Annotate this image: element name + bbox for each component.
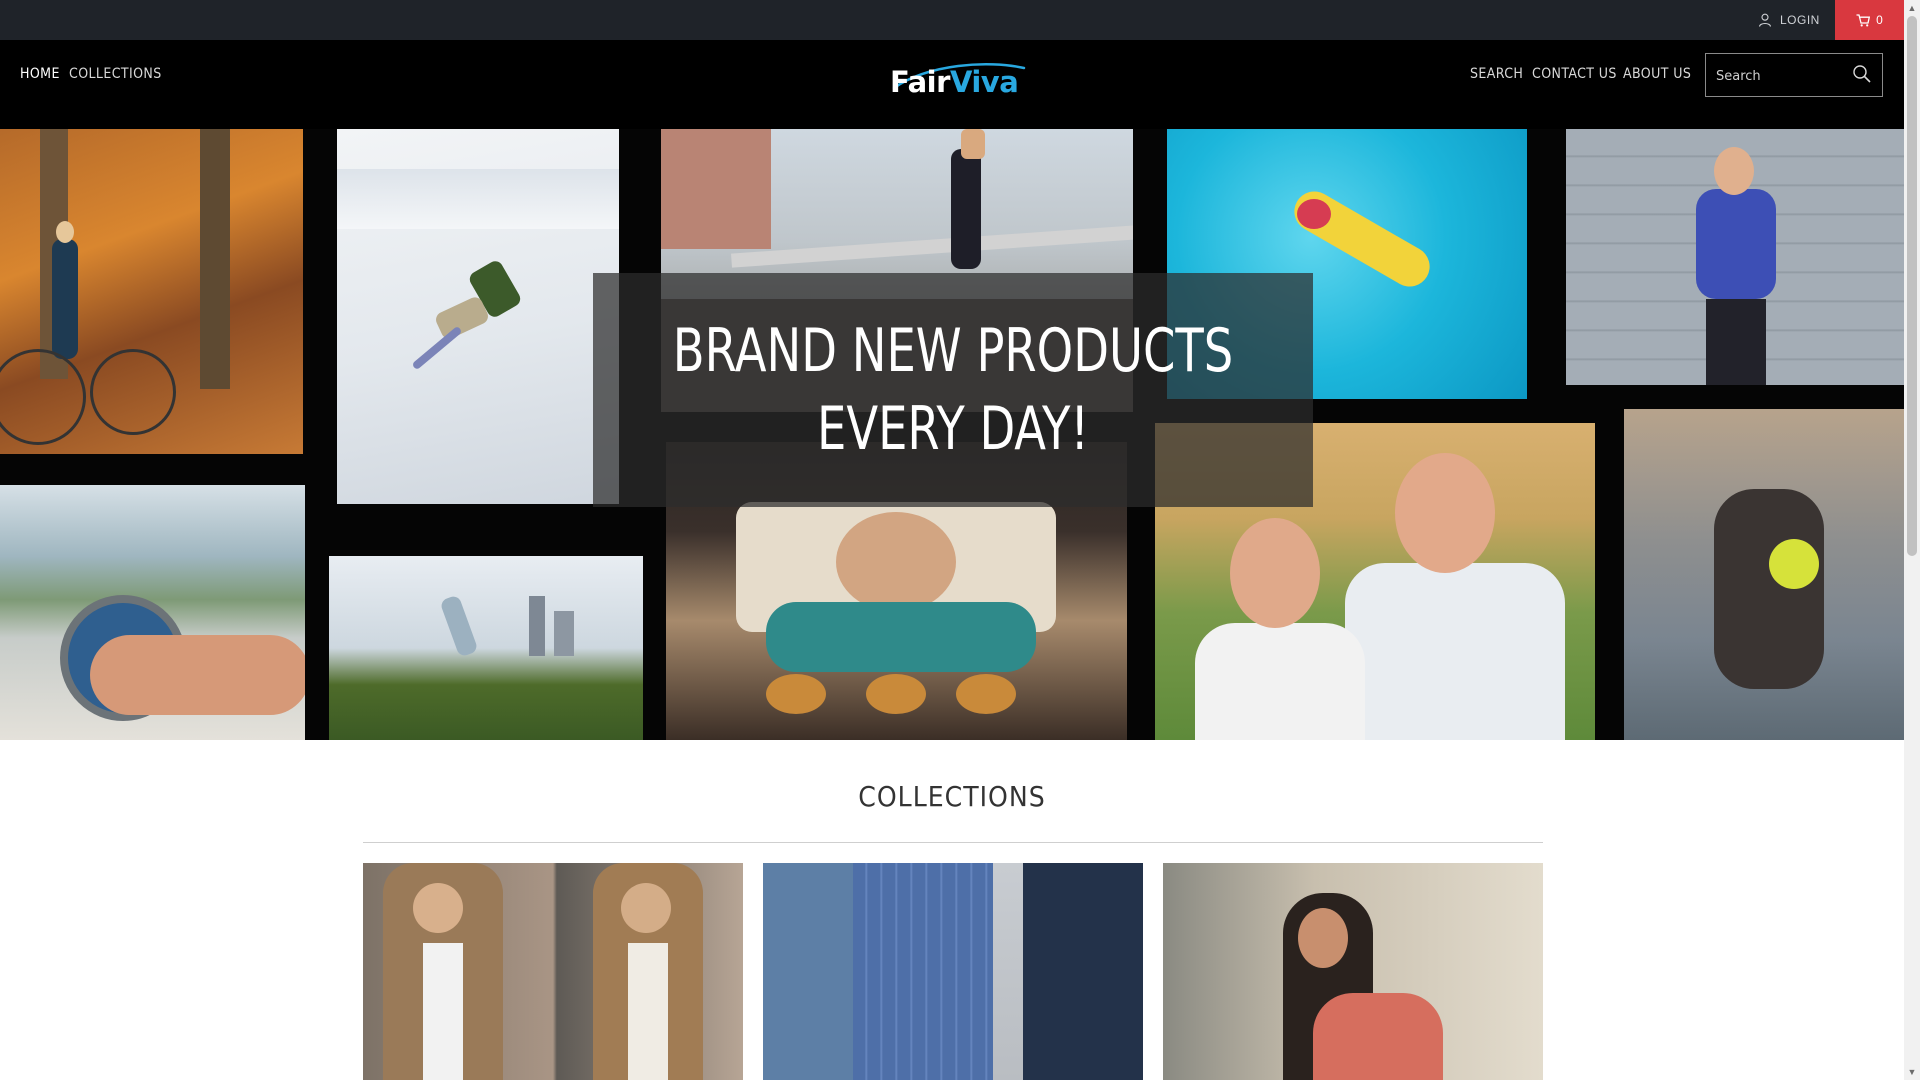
cart-count: 0 [1876,13,1883,27]
hero-title: BRAND NEW PRODUCTS EVERY DAY! [672,316,1234,464]
collections-divider [363,842,1543,843]
cart-icon [1856,13,1871,26]
nav-search[interactable]: SEARCH [1470,40,1523,108]
hero-caption: BRAND NEW PRODUCTS EVERY DAY! [593,273,1313,507]
hero-tile-fishing [0,485,305,740]
hero-tile-snowboarder [337,129,619,504]
nav-home[interactable]: HOME [20,40,60,108]
collection-card-mens-fashion[interactable] [363,863,743,1080]
vertical-scrollbar[interactable]: ▲ ▼ [1904,0,1920,1080]
fairviva-logo[interactable]: FairViva [888,54,1030,98]
logo-part-viva: Viva [950,65,1018,98]
top-bar: LOGIN 0 [0,0,1904,40]
scroll-thumb[interactable] [1907,16,1917,556]
collections-heading: COLLECTIONS [858,780,1046,813]
hero-banner[interactable]: BRAND NEW PRODUCTS EVERY DAY! [0,129,1904,740]
search-input[interactable] [1714,54,1848,98]
logo-part-fair: Fair [890,65,951,98]
hero-tile-woman-purple [1566,129,1904,385]
search-box [1705,53,1883,98]
hero-tile-yoga [329,556,643,740]
cart-button[interactable]: 0 [1835,0,1904,40]
nav-about-us[interactable]: ABOUT US [1623,40,1691,108]
scroll-down-arrow-icon[interactable]: ▼ [1904,1064,1920,1080]
svg-text:FairViva: FairViva [890,65,1018,98]
login-link[interactable]: LOGIN [1758,0,1820,40]
scroll-up-arrow-icon[interactable]: ▲ [1904,0,1920,16]
main-navigation: HOME COLLECTIONS FairViva SEARCH CONTACT… [0,40,1904,129]
hero-tile-woman-bicycle [0,129,303,454]
hero-tile-dog [1624,409,1904,740]
collection-card-womens-fashion[interactable] [1163,863,1543,1080]
collection-card-suits[interactable] [763,863,1143,1080]
search-icon[interactable] [1852,64,1872,84]
login-label: LOGIN [1780,13,1820,27]
user-icon [1758,13,1772,27]
nav-collections[interactable]: COLLECTIONS [69,40,162,108]
page: LOGIN 0 HOME COLLECTIONS FairViva SEARCH… [0,0,1904,1080]
nav-contact-us[interactable]: CONTACT US [1532,40,1617,108]
